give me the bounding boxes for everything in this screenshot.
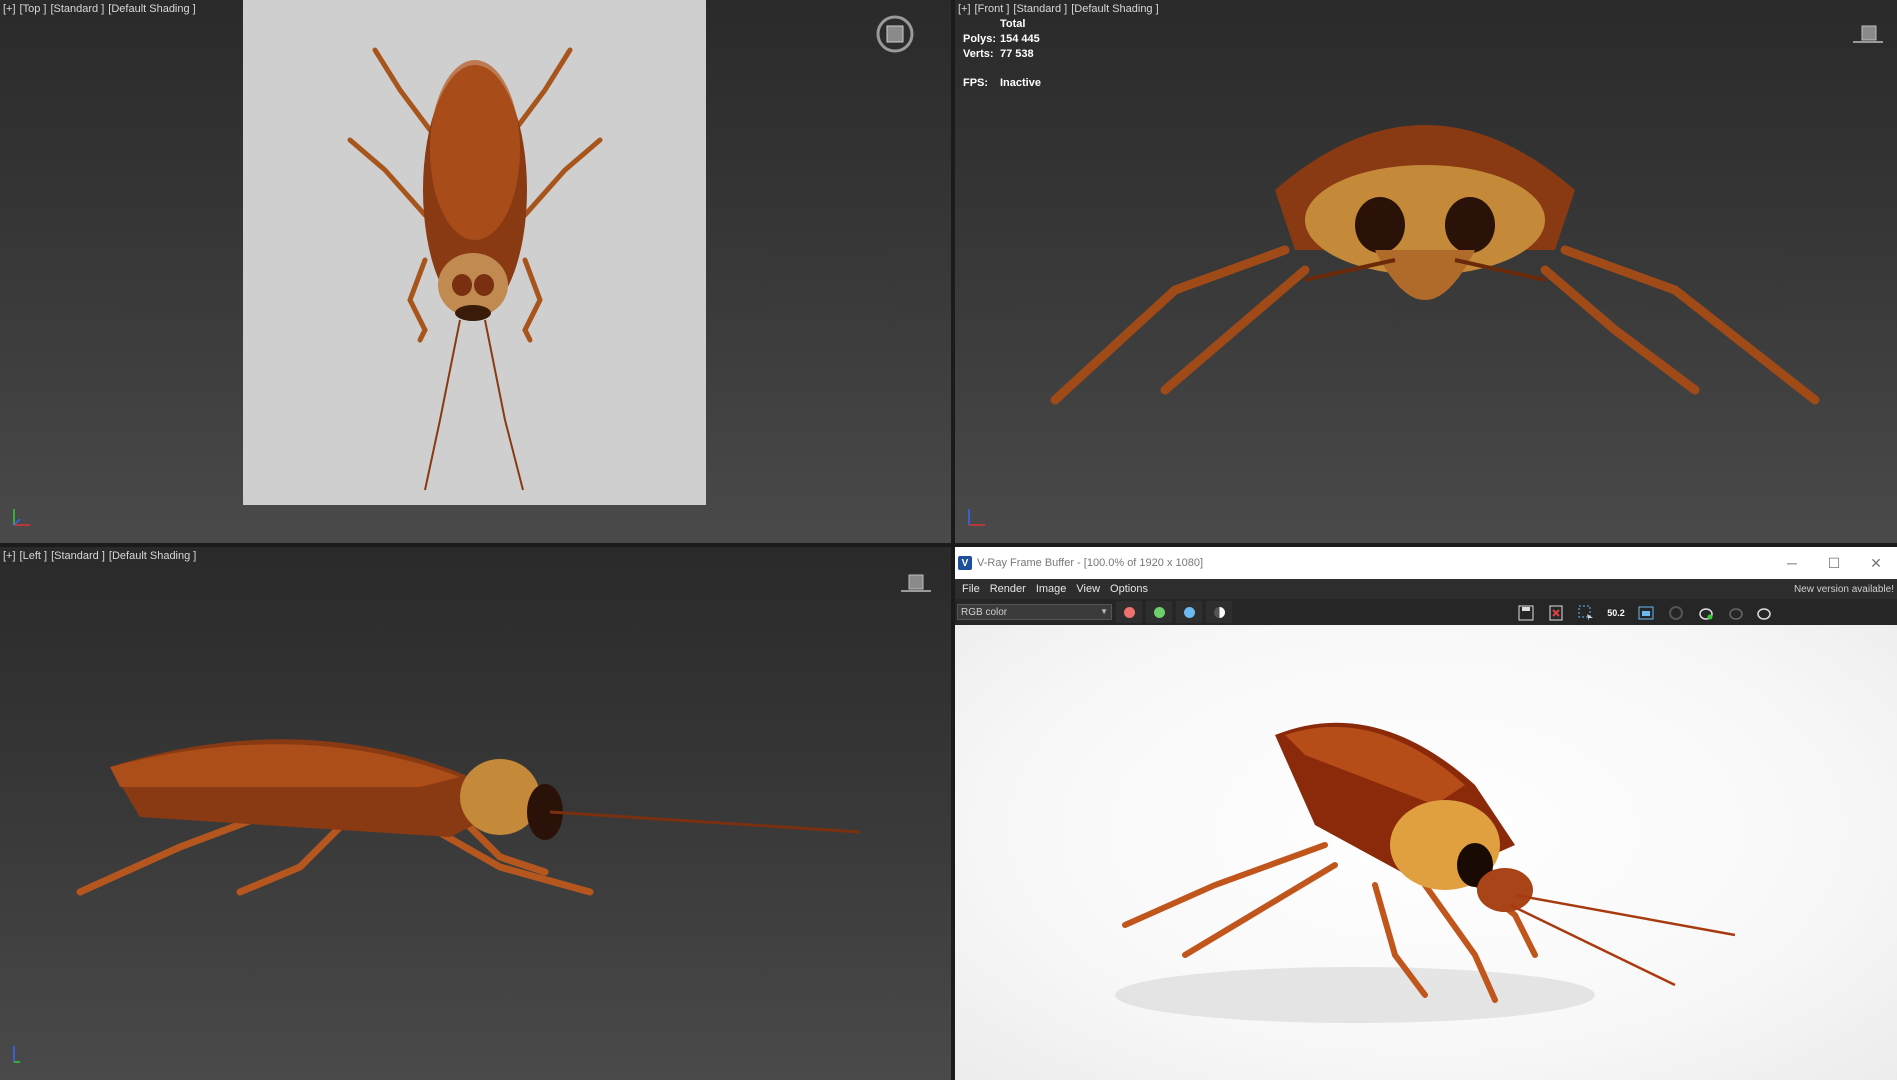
cockroach-front-view (1050, 125, 1820, 405)
cockroach-render (1115, 722, 1736, 1023)
menu-image[interactable]: Image (1036, 583, 1067, 595)
rendered-image[interactable] (955, 625, 1897, 1080)
viewport-shading-mode[interactable]: [Standard ] (50, 3, 104, 15)
green-dot-icon (1153, 606, 1165, 618)
viewport-point-of-view[interactable]: [Front ] (975, 3, 1010, 15)
polys-value: 154 445 (1000, 33, 1040, 45)
menu-options[interactable]: Options (1110, 583, 1148, 595)
verts-value: 77 538 (1000, 48, 1034, 60)
menu-render[interactable]: Render (990, 583, 1026, 595)
cockroach-left-view (76, 739, 861, 896)
channel-select[interactable]: RGB color ▼ (957, 604, 1112, 620)
polys-label: Polys: (963, 33, 997, 45)
viewport-left[interactable]: [+] [Left ] [Standard ] [Default Shading ] (0, 547, 951, 1080)
vray-frame-buffer-window[interactable]: V V-Ray Frame Buffer - [100.0% of 1920 x… (955, 547, 1897, 1080)
alpha-icon (1213, 606, 1225, 618)
interactive-render-button[interactable] (1725, 603, 1747, 623)
zoom-value-button[interactable]: 50.2 (1605, 603, 1627, 623)
fps-value: Inactive (1000, 77, 1041, 89)
verts-label: Verts: (963, 48, 994, 60)
teapot-icon (1699, 608, 1713, 620)
stats-polys-row: Polys: 154 445 (963, 32, 1041, 47)
viewport-label-left[interactable]: [+] [Left ] [Standard ] [Default Shading ] (3, 550, 200, 562)
viewcube-icon[interactable] (875, 14, 915, 54)
maximize-button[interactable]: ☐ (1813, 547, 1855, 579)
fps-label: FPS: (963, 77, 989, 89)
minimize-button[interactable]: ─ (1771, 547, 1813, 579)
new-version-notice[interactable]: New version available! (1794, 584, 1894, 595)
lut-icon (1638, 606, 1654, 620)
vray-logo-icon: V (958, 556, 972, 570)
stats-total-label: Total (1000, 18, 1026, 30)
blue-channel-button[interactable] (1176, 601, 1202, 623)
axis-tripod-icon (968, 509, 985, 526)
save-icon (1518, 605, 1534, 621)
teapot-icon (1729, 608, 1743, 620)
save-image-button[interactable] (1515, 603, 1537, 623)
viewcube-icon[interactable] (1853, 22, 1883, 52)
vfb-title: V-Ray Frame Buffer - [100.0% of 1920 x 1… (977, 557, 1204, 569)
viewport-point-of-view[interactable]: [Left ] (20, 550, 48, 562)
render-icon (1669, 606, 1683, 620)
viewport-menu[interactable]: [+] (3, 550, 16, 562)
region-render-button[interactable] (1575, 603, 1597, 623)
viewport-menu[interactable]: [+] (958, 3, 971, 15)
viewport-shading[interactable]: [Default Shading ] (108, 3, 195, 15)
menu-file[interactable]: File (962, 583, 980, 595)
viewport-statistics: Total Polys: 154 445 Verts: 77 538 FPS: Ina… (963, 17, 1041, 91)
region-icon (1578, 605, 1593, 621)
clear-icon (1549, 605, 1563, 621)
chevron-down-icon: ▼ (1100, 607, 1108, 616)
stats-fps-row: FPS: Inactive (963, 76, 1041, 91)
lut-button[interactable] (1635, 603, 1657, 623)
zoom-value: 50.2 (1607, 608, 1625, 618)
channel-select-value: RGB color (961, 606, 1008, 618)
blue-dot-icon (1183, 606, 1195, 618)
vfb-menu-bar: File Render Image View Options New versi… (955, 579, 1897, 599)
viewport-shading[interactable]: [Default Shading ] (109, 550, 196, 562)
viewport-shading-mode[interactable]: [Standard ] (1013, 3, 1067, 15)
teapot-icon (1757, 608, 1771, 620)
red-channel-button[interactable] (1116, 601, 1142, 623)
viewport-shading-mode[interactable]: [Standard ] (51, 550, 105, 562)
viewport-front[interactable]: [+] [Front ] [Standard ] [Default Shading ]… (955, 0, 1897, 543)
render-teapot-button[interactable] (1695, 603, 1717, 623)
close-button[interactable]: ✕ (1855, 547, 1897, 579)
vfb-title-bar[interactable]: V V-Ray Frame Buffer - [100.0% of 1920 x… (955, 547, 1897, 579)
render-production-button[interactable] (1753, 603, 1775, 623)
axis-tripod-icon (13, 509, 30, 526)
viewport-label-front[interactable]: [+] [Front ] [Standard ] [Default Shading ] (958, 3, 1163, 15)
clear-image-button[interactable] (1545, 603, 1567, 623)
axis-tripod-icon (13, 1046, 20, 1063)
viewport-label-top[interactable]: [+] [Top ] [Standard ] [Default Shading ] (3, 3, 200, 15)
viewport-shading[interactable]: [Default Shading ] (1071, 3, 1158, 15)
stats-verts-row: Verts: 77 538 (963, 47, 1041, 62)
viewport-top[interactable]: [+] [Top ] [Standard ] [Default Shading ] (0, 0, 951, 543)
alpha-channel-button[interactable] (1206, 601, 1232, 623)
viewport-point-of-view[interactable]: [Top ] (20, 3, 47, 15)
viewport-menu[interactable]: [+] (3, 3, 16, 15)
menu-view[interactable]: View (1076, 583, 1100, 595)
viewcube-icon[interactable] (901, 571, 931, 601)
red-dot-icon (1123, 606, 1135, 618)
cockroach-top-view (347, 47, 603, 491)
render-last-button[interactable] (1665, 603, 1687, 623)
green-channel-button[interactable] (1146, 601, 1172, 623)
